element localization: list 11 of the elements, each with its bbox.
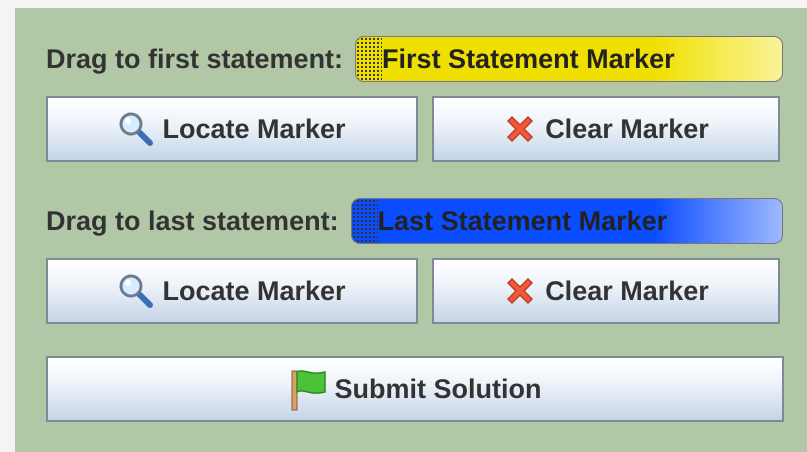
draggable-marker[interactable]: First Statement Marker bbox=[355, 36, 783, 82]
flag-icon bbox=[288, 367, 326, 411]
instruction-label: Drag to last statement: bbox=[46, 206, 339, 236]
instruction-label: Drag to first statement: bbox=[46, 44, 344, 74]
clear-button[interactable]: Clear Marker bbox=[432, 258, 780, 324]
locate-button[interactable]: Locate Marker bbox=[46, 96, 418, 162]
locate-button[interactable]: Locate Marker bbox=[46, 258, 418, 324]
clear-button[interactable]: Clear Marker bbox=[432, 96, 780, 162]
magnifier-icon bbox=[118, 273, 154, 309]
submit-button[interactable]: Submit Solution bbox=[46, 356, 784, 422]
magnifier-icon bbox=[118, 111, 154, 147]
